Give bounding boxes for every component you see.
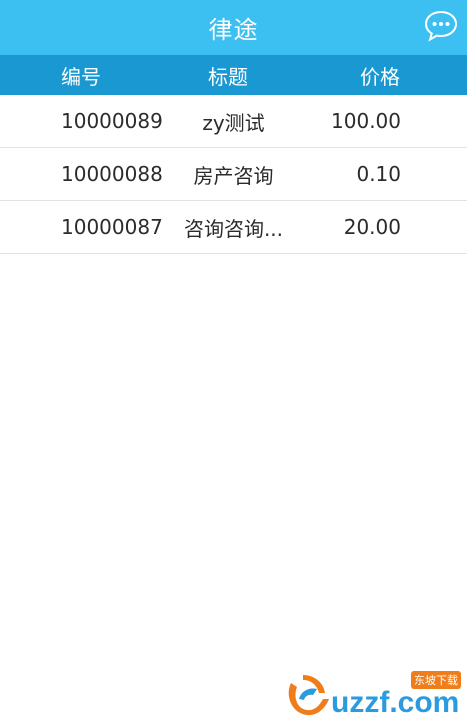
- row-id: 10000088: [61, 162, 163, 186]
- table-header: 编号 标题 价格: [0, 55, 467, 95]
- chat-bubble-icon: [424, 10, 458, 42]
- watermark-brand: uzzf.com: [331, 686, 459, 719]
- table-row[interactable]: 10000088 房产咨询 0.10: [0, 148, 467, 201]
- table-row[interactable]: 10000089 zy测试 100.00: [0, 95, 467, 148]
- title-bar: 律途: [0, 0, 467, 55]
- row-title: zy测试: [202, 110, 265, 135]
- row-price: 100.00: [331, 109, 401, 133]
- row-price: 20.00: [343, 215, 401, 239]
- row-title: 房产咨询: [193, 163, 274, 188]
- header-id: 编号: [61, 64, 101, 89]
- header-title: 标题: [208, 64, 248, 89]
- page-title: 律途: [208, 16, 259, 44]
- chat-button[interactable]: [423, 8, 459, 44]
- order-list: 10000089 zy测试 100.00 10000088 房产咨询 0.10 …: [0, 95, 467, 254]
- app-screen: 律途 编号 标题 价格 10000089 zy测试 100.00 1000008…: [0, 0, 467, 725]
- row-title: 咨询咨询...: [183, 216, 284, 241]
- row-id: 10000089: [61, 109, 163, 133]
- row-price: 0.10: [356, 162, 401, 186]
- header-price: 价格: [360, 64, 400, 89]
- watermark-tag: 东坡下载: [414, 674, 458, 687]
- row-id: 10000087: [61, 215, 163, 239]
- uzzf-watermark-logo: uzzf.com 东坡下载: [288, 671, 461, 719]
- table-row[interactable]: 10000087 咨询咨询... 20.00: [0, 201, 467, 254]
